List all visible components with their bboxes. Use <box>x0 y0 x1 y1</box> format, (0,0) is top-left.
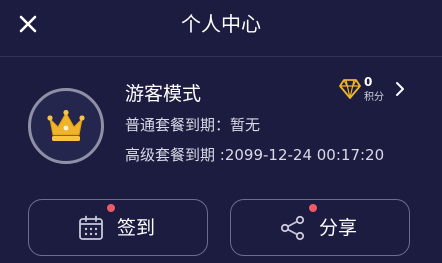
checkin-label: 签到 <box>117 217 156 239</box>
share-button[interactable]: 分享 <box>230 199 410 256</box>
header-divider <box>0 56 442 57</box>
notification-dot <box>107 204 115 212</box>
advanced-plan-expiry: 高级套餐到期 :2099-12-24 00:17:20 <box>125 146 385 164</box>
points-label: 积分 <box>364 92 384 103</box>
avatar[interactable] <box>28 88 104 164</box>
header: 个人中心 <box>0 0 442 48</box>
share-label: 分享 <box>319 217 358 239</box>
chevron-right-icon <box>396 82 404 96</box>
diamond-icon <box>339 79 361 99</box>
points-link[interactable]: 0 积分 <box>336 72 412 108</box>
notification-dot <box>309 204 317 212</box>
profile-screen: 个人中心 游客模式 普通套餐到期：暂无 高级套餐到期 :2099-12-24 0… <box>0 0 442 263</box>
normal-plan-expiry: 普通套餐到期：暂无 <box>125 116 261 134</box>
points-value: 0 <box>364 75 373 89</box>
share-icon <box>280 215 305 241</box>
crown-icon <box>47 109 85 141</box>
checkin-button[interactable]: 签到 <box>28 199 208 256</box>
username: 游客模式 <box>125 83 202 105</box>
page-title: 个人中心 <box>181 12 261 36</box>
calendar-icon <box>79 215 103 240</box>
